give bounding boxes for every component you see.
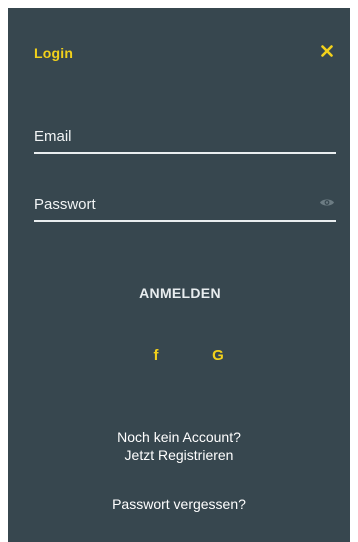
dialog-title: Login <box>34 45 74 61</box>
close-button[interactable] <box>315 39 339 63</box>
forgot-password-container: Passwort vergessen? <box>8 496 350 512</box>
google-login-button[interactable]: G <box>205 342 231 368</box>
password-field-wrapper <box>34 188 336 222</box>
password-field[interactable] <box>34 188 304 220</box>
email-field-wrapper <box>34 120 336 154</box>
dialog-header: Login <box>8 8 350 98</box>
show-password-toggle[interactable] <box>318 195 336 209</box>
google-icon: G <box>212 346 224 364</box>
login-button[interactable]: ANMELDEN <box>120 278 240 308</box>
forgot-password-link[interactable]: Passwort vergessen? <box>112 496 246 512</box>
eye-icon <box>320 199 334 205</box>
facebook-icon: f <box>153 346 159 364</box>
register-link[interactable]: Jetzt Registrieren <box>125 447 234 463</box>
email-field[interactable] <box>34 120 304 152</box>
register-prompt: Noch kein Account? Jetzt Registrieren <box>8 428 350 464</box>
close-icon <box>321 45 333 57</box>
no-account-text: Noch kein Account? <box>117 429 241 445</box>
facebook-login-button[interactable]: f <box>143 342 169 368</box>
login-dialog: Login ANMELDEN f G Noch kein Account? Je… <box>8 8 350 542</box>
